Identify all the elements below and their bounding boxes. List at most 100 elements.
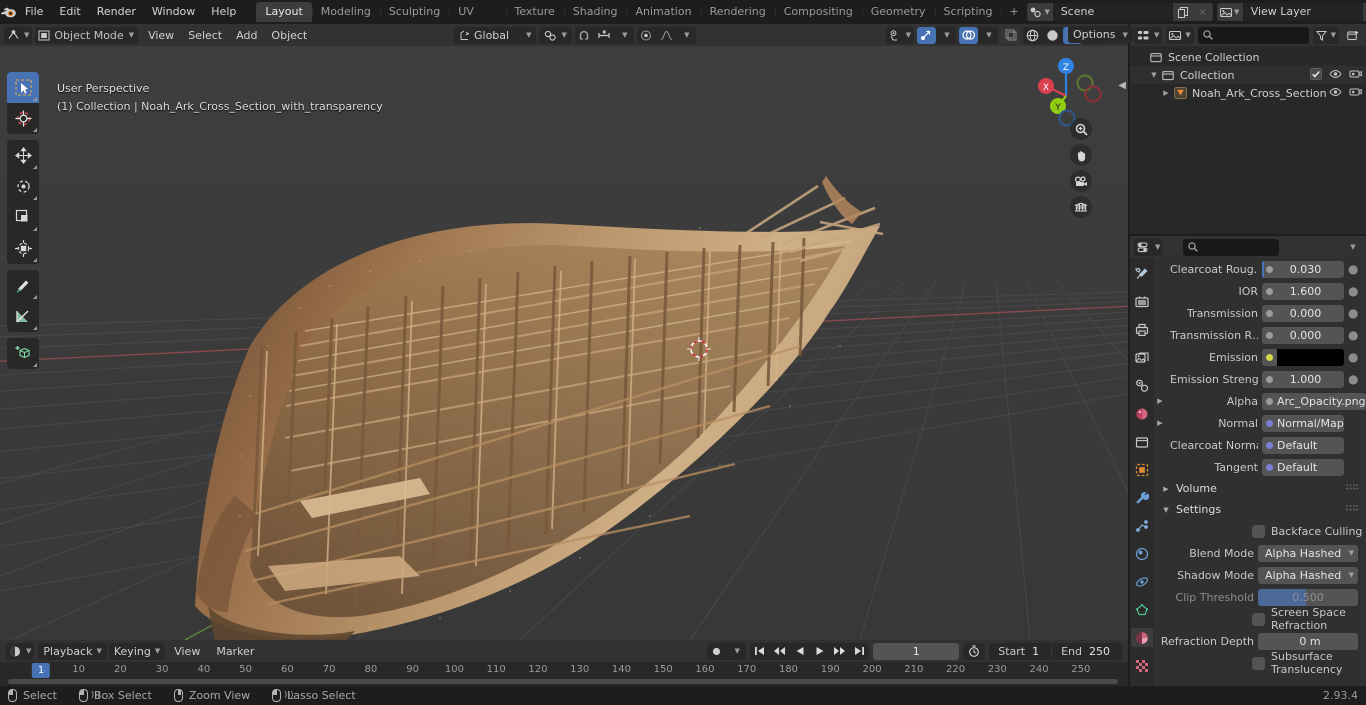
property-number-field[interactable]: 0.000	[1262, 326, 1344, 344]
overlays-toggle-icon[interactable]	[959, 26, 978, 44]
viewport-menu-object[interactable]: Object	[264, 27, 314, 44]
outliner-editor-type[interactable]: ▼	[1134, 26, 1163, 44]
annotate-tool[interactable]	[7, 270, 39, 301]
property-number-field[interactable]: 0.000	[1262, 304, 1344, 322]
proportional-edit-icon[interactable]	[637, 27, 656, 44]
timeline-menu-view[interactable]: View	[167, 643, 207, 660]
scene-name[interactable]: Scene	[1052, 3, 1173, 21]
material-tab[interactable]	[1131, 628, 1153, 647]
navigation-gizmo[interactable]: Z X Y	[1026, 52, 1106, 132]
timeline-scrollbar[interactable]	[8, 679, 1118, 684]
property-link-field[interactable]: Default	[1262, 436, 1344, 454]
screen-space-refraction-checkbox[interactable]	[1252, 612, 1265, 626]
timeline-editor-type[interactable]: ▼	[6, 642, 35, 660]
end-value[interactable]: 250	[1087, 645, 1122, 658]
panel-expander-icon[interactable]: ▼	[1160, 506, 1172, 514]
transform-tool[interactable]	[7, 233, 39, 264]
property-expander-icon[interactable]: ▶	[1154, 397, 1166, 405]
xray-toggle-icon[interactable]	[1001, 26, 1020, 44]
frame-range-fields[interactable]: Start 1 End 250	[989, 642, 1122, 660]
texture-tab[interactable]	[1131, 656, 1153, 675]
animate-property-icon[interactable]: ●	[1348, 350, 1358, 364]
disable-in-renders-icon[interactable]	[1349, 86, 1362, 100]
subsurface-translucency-checkbox[interactable]	[1252, 656, 1265, 670]
outliner-row[interactable]: Scene Collection	[1130, 48, 1366, 66]
shading-solid-icon[interactable]	[1043, 27, 1062, 44]
exclude-checkbox[interactable]	[1310, 67, 1322, 83]
next-keyframe-button[interactable]	[830, 643, 849, 660]
properties-search-input[interactable]	[1183, 238, 1280, 256]
timeline-menu-keying[interactable]: Keying ▼	[108, 642, 166, 660]
animate-property-icon[interactable]: ●	[1348, 306, 1358, 320]
workspace-tab-uv-editing[interactable]: UV Editing	[449, 2, 505, 38]
new-collection-icon[interactable]	[1343, 27, 1362, 44]
gizmo-toggle-icon[interactable]	[917, 26, 936, 44]
workspace-tab-layout[interactable]: Layout	[256, 2, 312, 22]
scene-copy-icon[interactable]	[1172, 3, 1193, 21]
hand-icon[interactable]	[1070, 144, 1092, 166]
workspace-tab-animation[interactable]: Animation	[626, 2, 700, 22]
hide-in-viewport-icon[interactable]	[1329, 87, 1342, 100]
rotate-tool[interactable]	[7, 171, 39, 202]
workspace-tab-texture-paint[interactable]: Texture Paint	[505, 2, 564, 38]
outliner-row[interactable]: ▶ Noah_Ark_Cross_Section	[1130, 84, 1366, 102]
property-link-field[interactable]: Normal/Map	[1262, 414, 1344, 432]
add-workspace-button[interactable]: +	[1001, 2, 1026, 22]
menu-render[interactable]: Render	[89, 3, 144, 21]
transform-orientation-selector[interactable]: Global ▼	[454, 26, 537, 44]
expander-icon[interactable]: ▶	[1160, 89, 1172, 97]
object-mode-selector[interactable]: Object Mode ▼	[35, 26, 139, 44]
collection-tab[interactable]	[1131, 432, 1153, 451]
timeline-menu-playback[interactable]: Playback ▼	[38, 642, 107, 660]
clip-threshold-slider[interactable]: 0.500	[1258, 588, 1358, 606]
data-tab[interactable]	[1131, 600, 1153, 619]
property-link-field[interactable]: Arc_Opacity.png	[1262, 392, 1366, 410]
tool-tab[interactable]	[1131, 264, 1153, 283]
workspace-tab-modeling[interactable]: Modeling	[311, 2, 380, 22]
backface-culling-checkbox[interactable]	[1252, 524, 1265, 538]
workspace-tab-rendering[interactable]: Rendering	[700, 2, 775, 22]
overlays-caret-icon[interactable]: ▼	[979, 27, 998, 44]
shading-wireframe-icon[interactable]	[1023, 27, 1042, 44]
camera-icon[interactable]	[1070, 170, 1092, 192]
particles-tab[interactable]	[1131, 516, 1153, 535]
visibility-selector[interactable]: ▼	[885, 26, 914, 44]
modifier-tab[interactable]	[1131, 488, 1153, 507]
jump-start-button[interactable]	[750, 643, 769, 660]
workspace-tab-geometry-nodes[interactable]: Geometry Nodes	[861, 2, 935, 38]
blend-mode-select[interactable]: Alpha Hashed ▼	[1258, 544, 1358, 562]
options-button[interactable]: Options ▼	[1068, 26, 1133, 43]
outliner-filter-mode[interactable]: ▼	[1166, 26, 1194, 44]
menu-file[interactable]: File	[17, 3, 51, 21]
hide-in-viewport-icon[interactable]	[1329, 69, 1342, 82]
cursor-tool[interactable]	[7, 103, 39, 134]
menu-help[interactable]: Help	[203, 3, 244, 21]
color-swatch[interactable]	[1277, 348, 1344, 366]
snap-caret-icon[interactable]: ▼	[615, 27, 634, 44]
shadow-mode-select[interactable]: Alpha Hashed ▼	[1258, 566, 1358, 584]
measure-tool[interactable]	[7, 301, 39, 332]
editor-type-selector[interactable]: ▼	[4, 26, 33, 44]
timeline-playhead[interactable]: 1	[31, 663, 51, 678]
animate-property-icon[interactable]: ●	[1348, 372, 1358, 386]
property-number-field[interactable]: 1.000	[1262, 370, 1344, 388]
scene-selector[interactable]: ▼ Scene ×	[1026, 3, 1213, 21]
view-layer-name[interactable]: View Layer	[1242, 3, 1363, 21]
constraints-tab[interactable]	[1131, 572, 1153, 591]
viewport-menu-select[interactable]: Select	[181, 27, 229, 44]
view-layer-tab[interactable]	[1131, 348, 1153, 367]
view-layer-selector[interactable]: ▼ View Layer ×	[1216, 3, 1366, 21]
object-tab[interactable]	[1131, 460, 1153, 479]
prev-keyframe-button[interactable]	[770, 643, 789, 660]
play-button[interactable]	[810, 643, 829, 660]
jump-end-button[interactable]	[850, 643, 869, 660]
refraction-depth-field[interactable]: 0 m	[1258, 632, 1358, 650]
animate-property-icon[interactable]: ●	[1348, 262, 1358, 276]
stopwatch-icon[interactable]	[963, 642, 986, 660]
properties-editor-type[interactable]: ▼	[1134, 238, 1164, 256]
scene-tab[interactable]	[1131, 376, 1153, 395]
property-expander-icon[interactable]: ▶	[1154, 419, 1166, 427]
panel-header-volume[interactable]: ▶ Volume	[1154, 478, 1366, 499]
add-cube-tool[interactable]	[7, 338, 39, 369]
property-number-field[interactable]: 1.600	[1262, 282, 1344, 300]
